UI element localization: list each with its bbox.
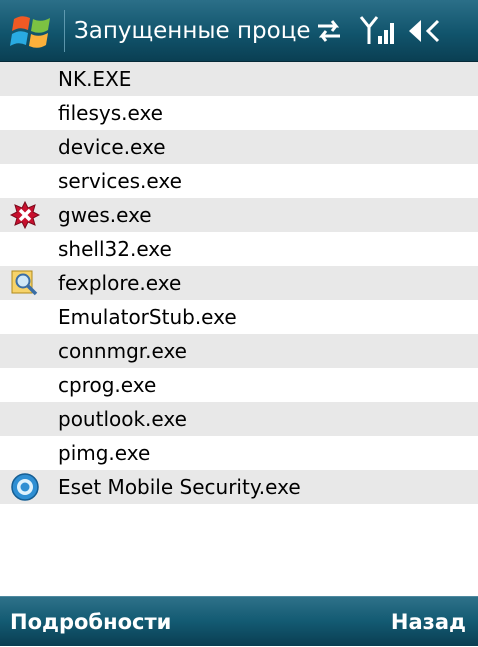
process-name: services.exe bbox=[58, 169, 182, 193]
eset-icon bbox=[10, 472, 40, 502]
title-separator bbox=[64, 10, 65, 52]
process-row[interactable]: gwes.exe bbox=[0, 198, 478, 232]
back-softkey[interactable]: Назад bbox=[391, 597, 466, 647]
process-row[interactable]: fexplore.exe bbox=[0, 266, 478, 300]
title-bar: Запущенные процес bbox=[0, 0, 478, 62]
process-row[interactable]: device.exe bbox=[0, 130, 478, 164]
process-name: filesys.exe bbox=[58, 101, 163, 125]
process-name: NK.EXE bbox=[58, 67, 132, 91]
process-row[interactable]: services.exe bbox=[0, 164, 478, 198]
process-name: shell32.exe bbox=[58, 237, 172, 261]
process-row[interactable]: cprog.exe bbox=[0, 368, 478, 402]
process-name: Eset Mobile Security.exe bbox=[58, 475, 301, 499]
signal-strength-icon[interactable] bbox=[358, 14, 398, 48]
process-name: fexplore.exe bbox=[58, 271, 182, 295]
process-row[interactable]: Eset Mobile Security.exe bbox=[0, 470, 478, 504]
process-row[interactable]: EmulatorStub.exe bbox=[0, 300, 478, 334]
error-icon bbox=[9, 200, 41, 230]
process-row[interactable]: shell32.exe bbox=[0, 232, 478, 266]
sync-arrows-icon[interactable] bbox=[312, 14, 346, 48]
process-name: gwes.exe bbox=[58, 203, 152, 227]
process-list: NK.EXE filesys.exe device.exe services.exe g… bbox=[0, 62, 478, 572]
volume-muted-icon[interactable] bbox=[406, 14, 446, 48]
softkey-bar: Подробности Назад bbox=[0, 596, 478, 646]
process-row[interactable]: poutlook.exe bbox=[0, 402, 478, 436]
process-row[interactable]: filesys.exe bbox=[0, 96, 478, 130]
process-name: cprog.exe bbox=[58, 373, 157, 397]
process-name: connmgr.exe bbox=[58, 339, 187, 363]
process-name: poutlook.exe bbox=[58, 407, 187, 431]
process-row[interactable]: pimg.exe bbox=[0, 436, 478, 470]
status-icons bbox=[312, 14, 472, 48]
process-name: device.exe bbox=[58, 135, 166, 159]
windows-start-icon[interactable] bbox=[8, 9, 58, 53]
process-row[interactable]: NK.EXE bbox=[0, 62, 478, 96]
process-name: EmulatorStub.exe bbox=[58, 305, 237, 329]
process-row[interactable]: connmgr.exe bbox=[0, 334, 478, 368]
window-title: Запущенные процес bbox=[74, 18, 310, 44]
file-explorer-icon bbox=[10, 268, 40, 298]
process-name: pimg.exe bbox=[58, 441, 151, 465]
details-softkey[interactable]: Подробности bbox=[10, 597, 171, 647]
